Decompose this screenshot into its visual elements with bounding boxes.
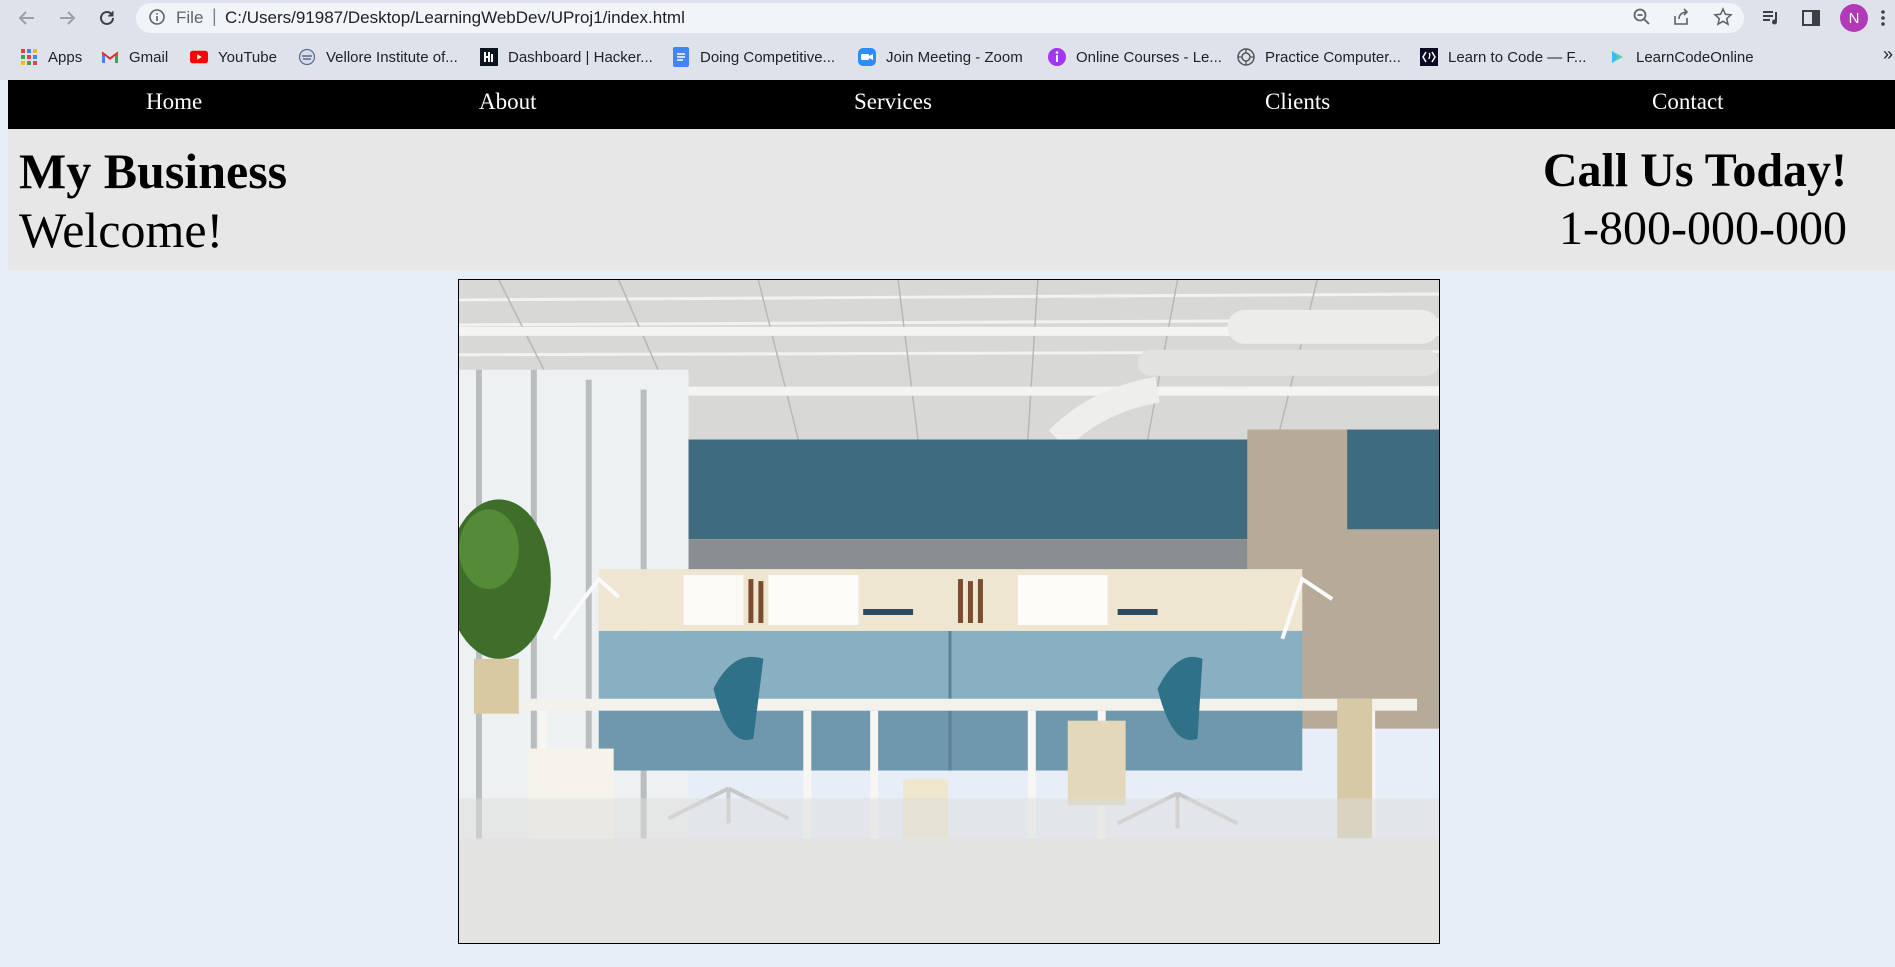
bookmark-label: Join Meeting - Zoom	[886, 48, 1023, 66]
office-photo	[458, 279, 1440, 944]
menu-button[interactable]	[1876, 6, 1890, 30]
url-text[interactable]: C:/Users/91987/Desktop/LearningWebDev/UP…	[225, 8, 685, 28]
business-title: My Business	[19, 143, 288, 199]
info-icon[interactable]	[148, 8, 166, 26]
showcase-header: My Business Welcome! Call Us Today! 1-80…	[8, 129, 1895, 270]
browser-toolbar: File | C:/Users/91987/Desktop/LearningWe…	[0, 0, 1895, 36]
bookmark-label: Learn to Code — F...	[1448, 48, 1587, 66]
bookmark-apps[interactable]: Apps	[20, 46, 82, 68]
online-courses-icon	[1048, 48, 1066, 66]
bookmark-label: Apps	[48, 48, 83, 66]
bookmark-label: YouTube	[218, 48, 277, 66]
welcome-text: Welcome!	[19, 202, 224, 258]
apps-grid-icon	[20, 48, 38, 66]
google-docs-icon	[672, 47, 690, 67]
bookmark-label: Gmail	[129, 48, 169, 66]
side-panel-button[interactable]	[1799, 6, 1823, 30]
kebab-menu-icon	[1881, 10, 1885, 26]
nav-link-contact[interactable]: Contact	[1652, 89, 1724, 115]
bookmark-vit[interactable]: Vellore Institute of...	[298, 46, 458, 68]
zoom-icon	[858, 48, 876, 66]
scheme-separator: |	[212, 6, 217, 26]
bookmark-star-button[interactable]	[1712, 6, 1734, 28]
bookmark-label: Online Courses - Le...	[1076, 48, 1222, 66]
bookmark-label: Doing Competitive...	[700, 48, 836, 66]
bookmark-hackerrank[interactable]: Dashboard | Hacker...	[480, 46, 653, 68]
nav-link-clients[interactable]: Clients	[1265, 89, 1330, 115]
reload-button[interactable]	[94, 5, 120, 31]
forward-button[interactable]	[54, 5, 80, 31]
star-icon	[1713, 7, 1733, 26]
gmail-icon	[101, 48, 119, 66]
bookmark-practice[interactable]: Practice Computer...	[1237, 46, 1401, 68]
bookmark-label: Vellore Institute of...	[326, 48, 458, 66]
youtube-icon	[190, 48, 208, 66]
bookmark-zoom[interactable]: Join Meeting - Zoom	[858, 46, 1023, 68]
vit-icon	[298, 48, 316, 66]
practice-icon	[1237, 48, 1255, 66]
bookmark-label: Practice Computer...	[1265, 48, 1401, 66]
reading-list-button[interactable]	[1759, 6, 1783, 30]
call-to-action-heading: Call Us Today!	[1542, 144, 1847, 197]
web-page: Home About Services Clients Contact My B…	[8, 80, 1895, 967]
bookmark-freecodecamp[interactable]: Learn to Code — F...	[1420, 46, 1586, 68]
learncodeonline-icon	[1608, 48, 1626, 66]
bookmarks-bar: Apps Gmail YouTube Vellore Institute of.…	[0, 36, 1895, 80]
arrow-left-icon	[18, 11, 34, 25]
bookmark-gmail[interactable]: Gmail	[101, 46, 168, 68]
share-button[interactable]	[1670, 6, 1692, 28]
bookmark-youtube[interactable]: YouTube	[190, 46, 277, 68]
more-bookmarks-icon[interactable]: »	[1883, 44, 1893, 65]
bookmark-label: Dashboard | Hacker...	[508, 48, 653, 66]
site-navbar: Home About Services Clients Contact	[8, 80, 1895, 129]
hackerrank-icon	[480, 48, 498, 66]
phone-number: 1-800-000-000	[1559, 202, 1847, 255]
bookmark-online-courses[interactable]: Online Courses - Le...	[1048, 46, 1222, 68]
nav-link-home[interactable]: Home	[146, 89, 202, 115]
bookmark-label: LearnCodeOnline	[1636, 48, 1754, 66]
profile-avatar[interactable]: N	[1840, 4, 1868, 32]
zoom-button[interactable]	[1631, 6, 1653, 28]
arrow-right-icon	[60, 11, 76, 25]
zoom-out-icon	[1633, 8, 1650, 25]
media-list-icon	[1763, 11, 1777, 25]
freecodecamp-icon	[1420, 48, 1438, 66]
office-illustration	[459, 280, 1439, 943]
scheme-label: File	[176, 8, 204, 27]
back-button[interactable]	[14, 5, 40, 31]
bookmark-learncodeonline[interactable]: LearnCodeOnline	[1608, 46, 1754, 68]
bookmark-google-docs[interactable]: Doing Competitive...	[672, 46, 835, 68]
reload-icon	[100, 10, 114, 25]
share-icon	[1674, 8, 1689, 25]
nav-link-about[interactable]: About	[479, 89, 537, 115]
side-panel-icon	[1802, 10, 1820, 26]
nav-link-services[interactable]: Services	[854, 89, 932, 115]
